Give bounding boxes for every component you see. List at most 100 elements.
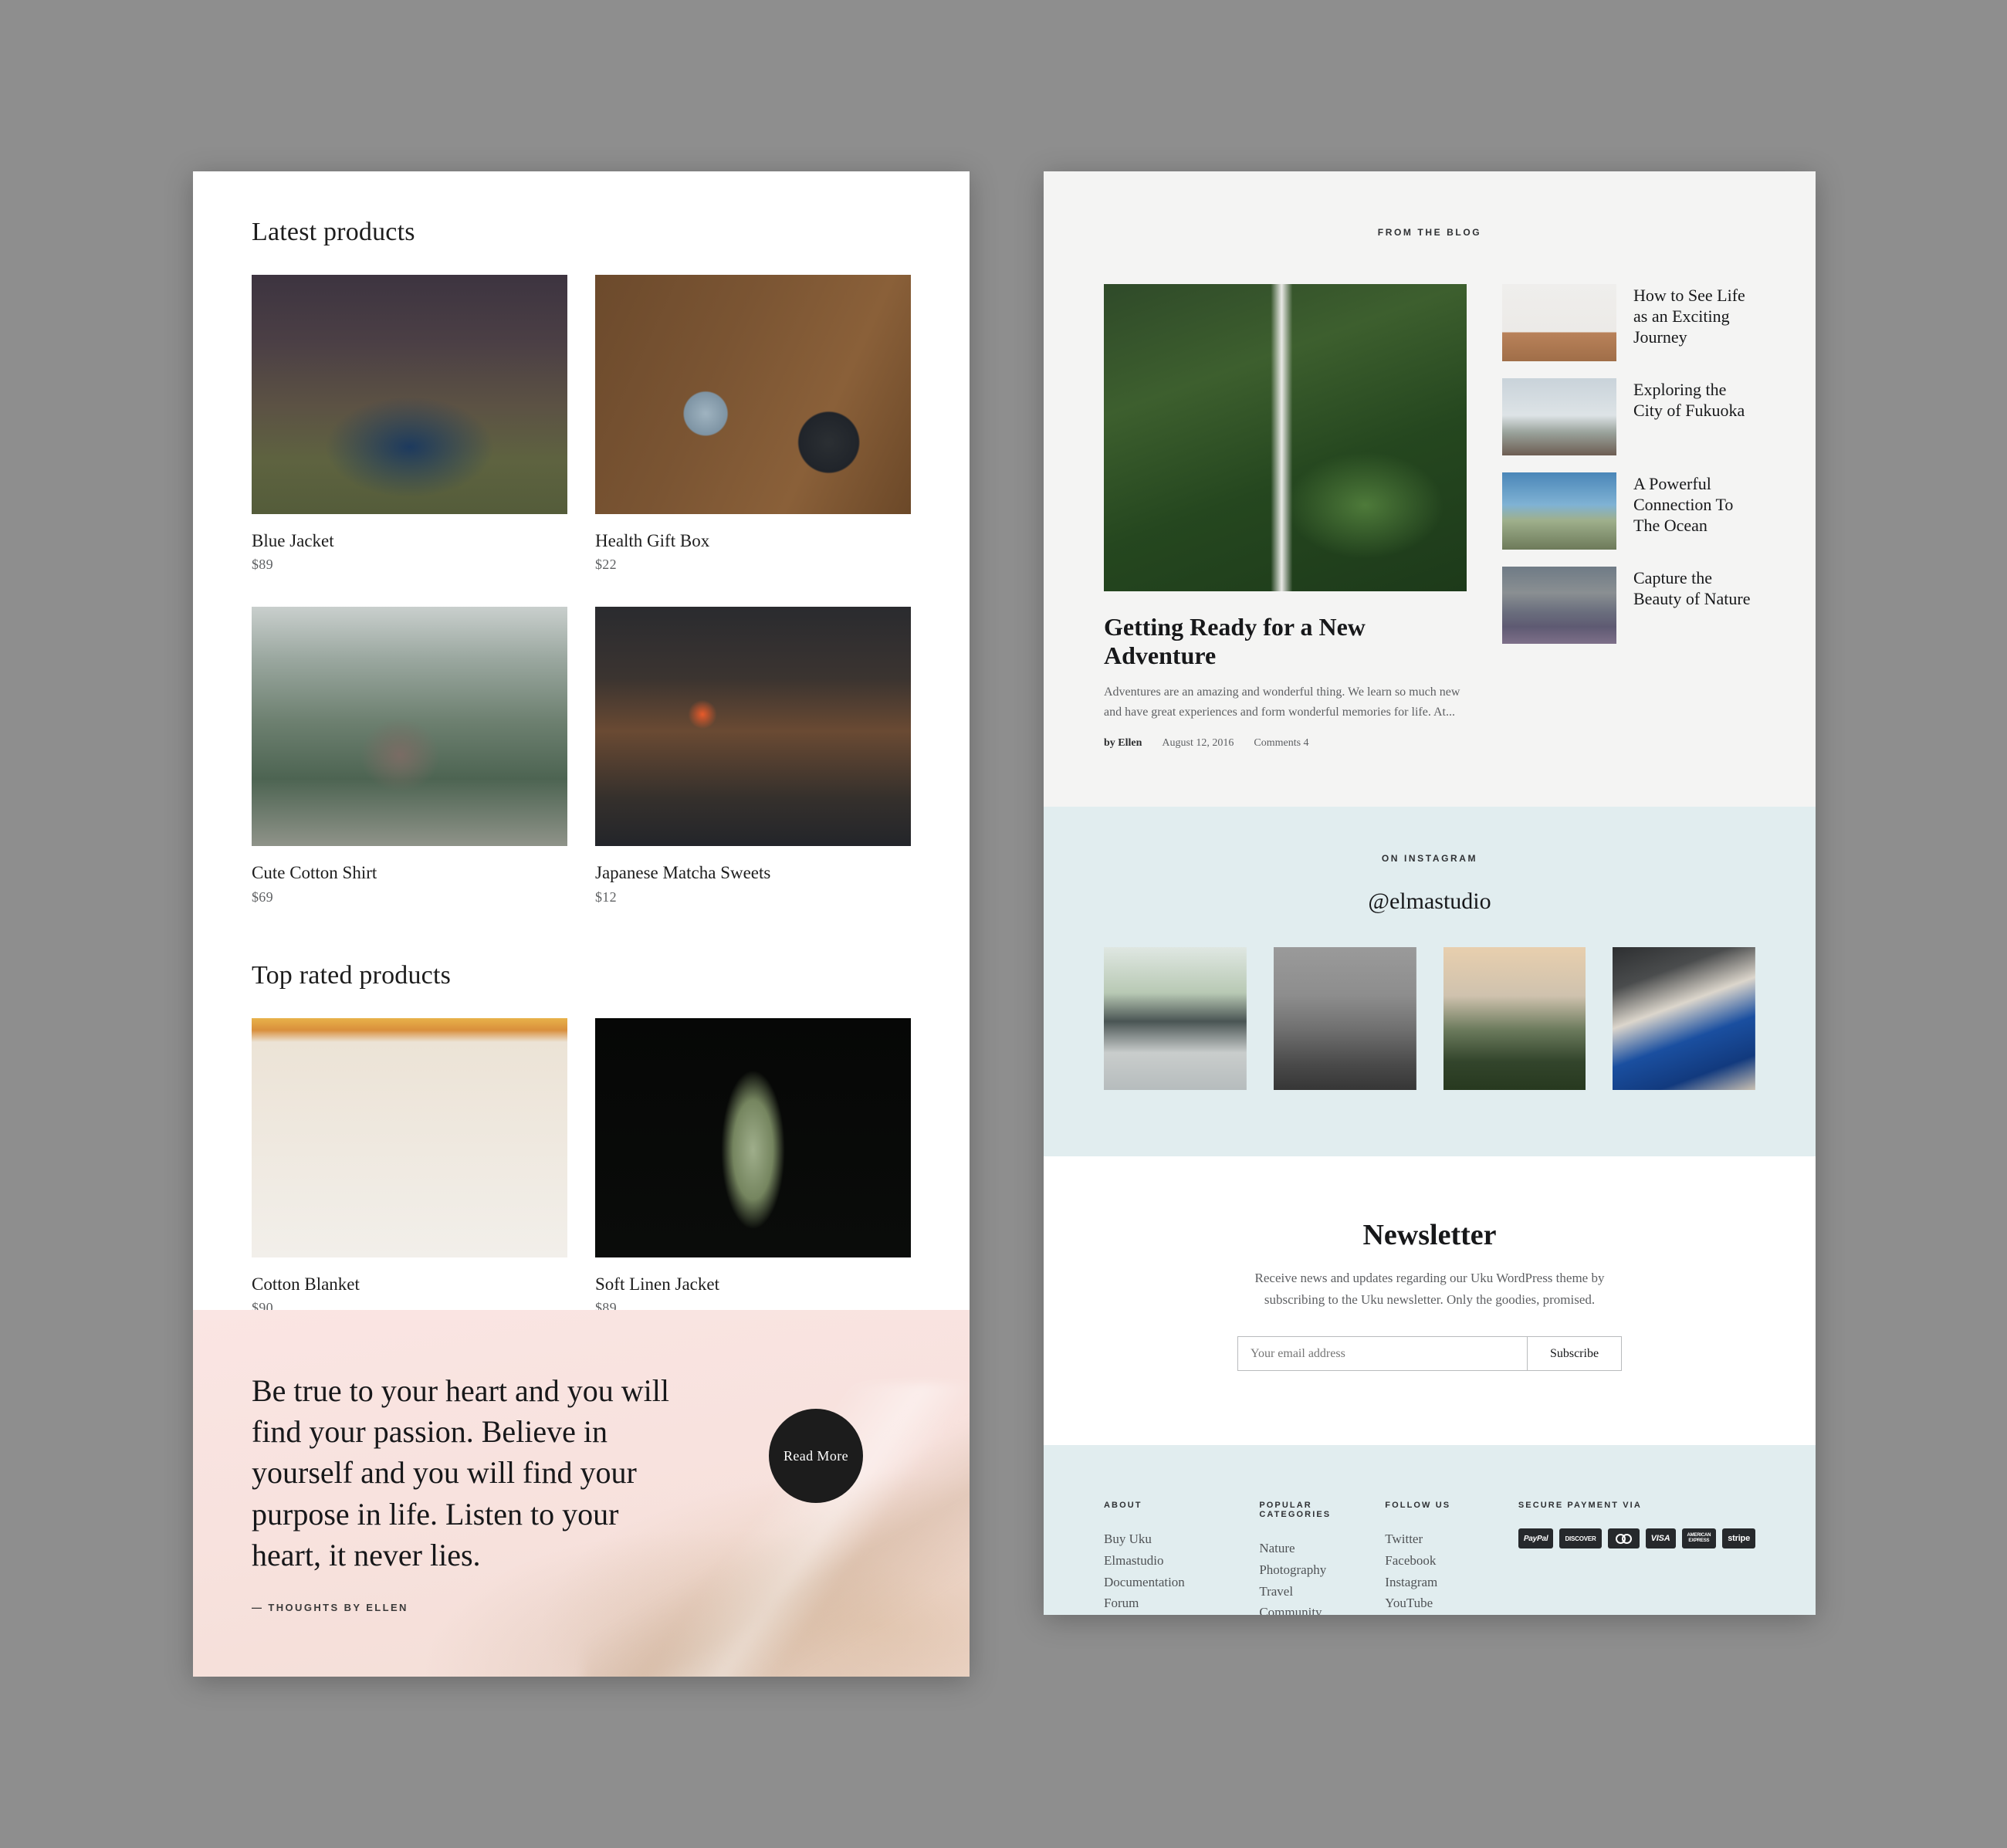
product-image-soft-linen-jacket[interactable]	[595, 1017, 911, 1257]
list-item[interactable]: Capture the Beauty of Nature	[1502, 567, 1755, 644]
shop-content: Latest products Blue Jacket $89 Health G…	[193, 171, 970, 1350]
product-card[interactable]: Soft Linen Jacket $89	[595, 1017, 911, 1316]
footer-columns: ABOUT Buy Uku Elmastudio Documentation F…	[1104, 1501, 1755, 1615]
mastercard-circles	[1615, 1533, 1632, 1544]
product-image-health-gift-box[interactable]	[595, 275, 911, 514]
latest-products-grid: Blue Jacket $89 Health Gift Box $22 Cute…	[252, 275, 911, 939]
instagram-grid	[1104, 947, 1755, 1091]
product-name: Cute Cotton Shirt	[252, 863, 377, 883]
product-name: Health Gift Box	[595, 531, 710, 550]
footer-link[interactable]: Forum	[1104, 1592, 1259, 1614]
footer-link[interactable]: YouTube	[1385, 1592, 1518, 1614]
product-image-cotton-blanket[interactable]	[252, 1017, 567, 1257]
screenshot-stage: Latest products Blue Jacket $89 Health G…	[0, 0, 2007, 1848]
list-item[interactable]: Exploring the City of Fukuoka	[1502, 378, 1755, 455]
from-the-blog-section: FROM THE BLOG Getting Ready for a New Ad…	[1044, 171, 1816, 807]
read-more-button[interactable]: Read More	[769, 1409, 863, 1503]
post-thumbnail-exploring-fukuoka[interactable]	[1502, 378, 1616, 455]
footer-link[interactable]: Buy Uku	[1104, 1528, 1259, 1550]
product-card[interactable]: Japanese Matcha Sweets $12	[595, 607, 911, 905]
footer-link[interactable]: Travel	[1259, 1581, 1385, 1603]
product-image-blue-jacket[interactable]	[252, 275, 567, 514]
newsletter-section: Newsletter Receive news and updates rega…	[1044, 1156, 1816, 1446]
product-card[interactable]: Blue Jacket $89	[252, 275, 567, 573]
page-title-latest-products: Latest products	[252, 218, 415, 246]
product-card[interactable]: Cotton Blanket $90	[252, 1017, 567, 1316]
post-title[interactable]: Exploring the City of Fukuoka	[1633, 378, 1755, 421]
footer-heading: SECURE PAYMENT VIA	[1518, 1501, 1642, 1511]
list-item[interactable]: How to See Life as an Exciting Journey	[1502, 284, 1755, 361]
featured-post-image[interactable]	[1104, 284, 1467, 591]
footer-column-follow-us: FOLLOW US Twitter Facebook Instagram You…	[1385, 1501, 1518, 1615]
product-image-japanese-matcha-sweets[interactable]	[595, 607, 911, 847]
mastercard-icon	[1607, 1528, 1640, 1549]
post-title[interactable]: A Powerful Connection To The Ocean	[1633, 472, 1755, 536]
product-name: Soft Linen Jacket	[595, 1274, 719, 1294]
newsletter-description: Receive news and updates regarding our U…	[1254, 1271, 1605, 1307]
footer-heading: POPULAR CATEGORIES	[1259, 1501, 1332, 1520]
post-thumbnail-how-to-see-life[interactable]	[1502, 284, 1616, 361]
footer-link[interactable]: Documentation	[1104, 1572, 1259, 1593]
quote-attribution: — THOUGHTS BY ELLEN	[252, 1601, 408, 1613]
product-price: $12	[595, 888, 617, 905]
discover-icon: DISCOVER	[1559, 1528, 1602, 1549]
footer-column-about: ABOUT Buy Uku Elmastudio Documentation F…	[1104, 1501, 1259, 1615]
list-item[interactable]: A Powerful Connection To The Ocean	[1502, 472, 1755, 550]
footer-link[interactable]: Photography	[1259, 1559, 1385, 1581]
footer-link[interactable]: Facebook	[1385, 1550, 1518, 1572]
newsletter-title: Newsletter	[1362, 1219, 1497, 1252]
product-name: Cotton Blanket	[252, 1274, 360, 1294]
email-field[interactable]	[1238, 1337, 1527, 1371]
product-name: Blue Jacket	[252, 531, 334, 550]
quote-text: Be true to your heart and you will find …	[252, 1373, 669, 1572]
footer-column-popular-categories: POPULAR CATEGORIES Nature Photography Tr…	[1259, 1501, 1385, 1615]
featured-post-title[interactable]: Getting Ready for a New Adventure	[1104, 613, 1467, 670]
instagram-section: ON INSTAGRAM @elmastudio	[1044, 807, 1816, 1157]
shop-panel: Latest products Blue Jacket $89 Health G…	[193, 171, 970, 1677]
recent-posts-list: How to See Life as an Exciting Journey E…	[1502, 284, 1755, 750]
quote-content: Be true to your heart and you will find …	[252, 1370, 684, 1613]
on-instagram-kicker: ON INSTAGRAM	[1381, 853, 1478, 865]
footer-link[interactable]: Update Info	[1104, 1614, 1259, 1615]
featured-post-meta: by Ellen August 12, 2016 Comments 4	[1104, 737, 1467, 750]
product-price: $69	[252, 888, 273, 905]
post-thumbnail-powerful-connection-ocean[interactable]	[1502, 472, 1616, 550]
site-footer: ABOUT Buy Uku Elmastudio Documentation F…	[1044, 1445, 1816, 1615]
paypal-icon: PayPal	[1518, 1528, 1554, 1549]
post-thumbnail-capture-beauty-nature[interactable]	[1502, 567, 1616, 644]
footer-link[interactable]: Twitter	[1385, 1528, 1518, 1550]
post-title[interactable]: How to See Life as an Exciting Journey	[1633, 284, 1755, 347]
instagram-photo-mountain-clouds[interactable]	[1443, 947, 1586, 1091]
product-name: Japanese Matcha Sweets	[595, 863, 771, 883]
footer-heading: FOLLOW US	[1385, 1501, 1451, 1511]
product-image-cute-cotton-shirt[interactable]	[252, 607, 567, 847]
product-price: $22	[595, 557, 617, 573]
featured-post[interactable]: Getting Ready for a New Adventure Advent…	[1104, 284, 1467, 750]
quote-band: Be true to your heart and you will find …	[193, 1310, 970, 1677]
instagram-photo-deck-garden[interactable]	[1104, 947, 1247, 1091]
amex-icon: AMERICAN EXPRESS	[1681, 1528, 1717, 1549]
featured-post-excerpt: Adventures are an amazing and wonderful …	[1104, 685, 1460, 719]
product-card[interactable]: Cute Cotton Shirt $69	[252, 607, 567, 905]
post-title[interactable]: Capture the Beauty of Nature	[1633, 567, 1755, 610]
footer-link[interactable]: Snapchat	[1385, 1614, 1518, 1615]
blog-panel: FROM THE BLOG Getting Ready for a New Ad…	[1044, 171, 1816, 1615]
newsletter-form: Subscribe	[1237, 1336, 1622, 1372]
footer-link[interactable]: Community	[1259, 1602, 1385, 1615]
visa-icon: VISA	[1645, 1528, 1676, 1549]
footer-link[interactable]: Nature	[1259, 1538, 1385, 1559]
instagram-handle[interactable]: @elmastudio	[1104, 888, 1755, 915]
blog-layout-row: Getting Ready for a New Adventure Advent…	[1104, 284, 1755, 750]
from-the-blog-kicker: FROM THE BLOG	[1377, 227, 1482, 238]
post-comments[interactable]: Comments 4	[1254, 737, 1308, 750]
footer-link[interactable]: Elmastudio	[1104, 1550, 1259, 1572]
footer-column-secure-payment: SECURE PAYMENT VIA PayPal DISCOVER VISA …	[1518, 1501, 1755, 1615]
footer-link[interactable]: Instagram	[1385, 1572, 1518, 1593]
instagram-photo-book-coffee[interactable]	[1613, 947, 1755, 1091]
subscribe-button[interactable]: Subscribe	[1527, 1337, 1621, 1371]
product-card[interactable]: Health Gift Box $22	[595, 275, 911, 573]
footer-heading: ABOUT	[1104, 1501, 1142, 1511]
post-author: by Ellen	[1104, 737, 1142, 750]
instagram-photo-cat-desk[interactable]	[1273, 947, 1416, 1091]
product-price: $89	[252, 557, 273, 573]
